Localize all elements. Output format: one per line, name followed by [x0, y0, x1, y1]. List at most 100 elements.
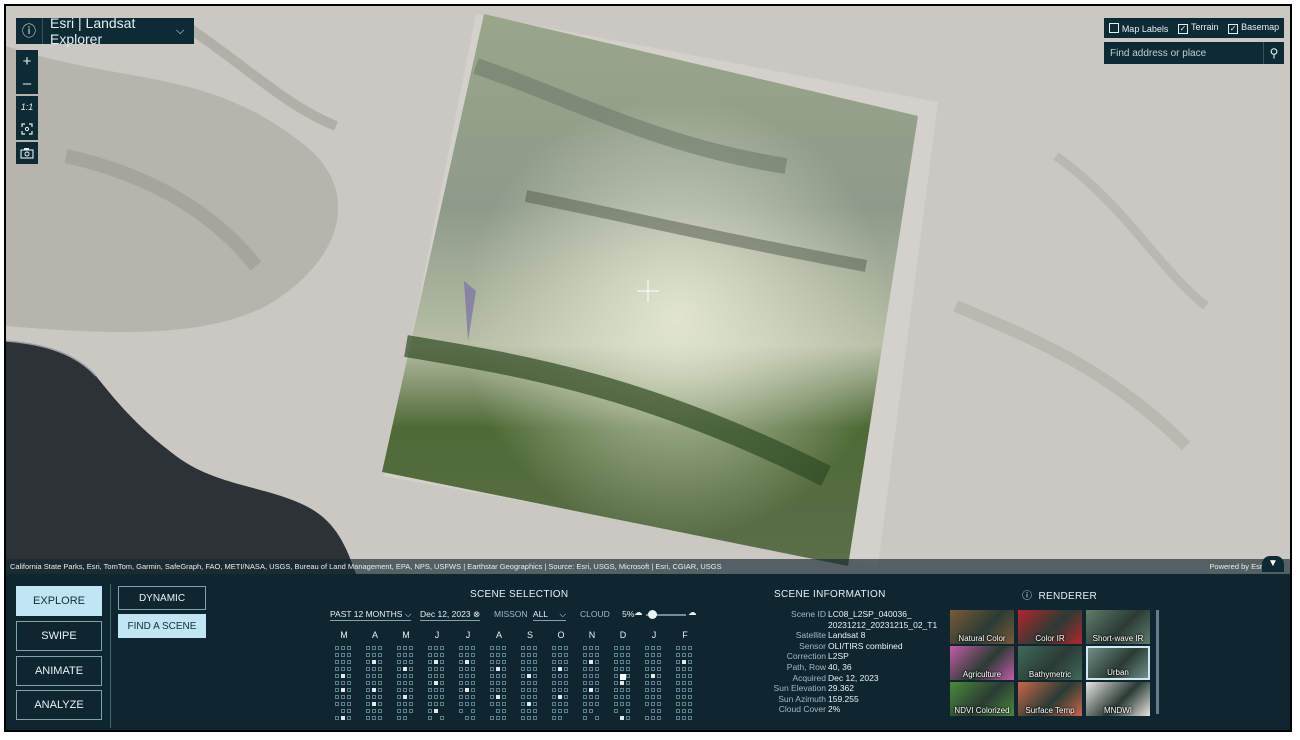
calendar-day-cell[interactable]: [626, 716, 630, 720]
calendar-day-cell[interactable]: [335, 674, 339, 678]
calendar-day-cell[interactable]: [440, 681, 444, 685]
calendar-day-cell[interactable]: [372, 716, 376, 720]
calendar-day-cell[interactable]: [595, 716, 599, 720]
calendar-day-cell[interactable]: [471, 688, 475, 692]
calendar-day-cell[interactable]: [583, 688, 587, 692]
calendar-day-cell[interactable]: [564, 709, 568, 713]
calendar-day-cell[interactable]: [558, 674, 562, 678]
calendar-day-cell[interactable]: [341, 674, 345, 678]
calendar-day-cell[interactable]: [626, 674, 630, 678]
calendar-day-cell[interactable]: [428, 702, 432, 706]
calendar-day-cell[interactable]: [409, 702, 413, 706]
terrain-toggle[interactable]: ✓ Terrain: [1177, 22, 1219, 34]
calendar-day-cell[interactable]: [341, 653, 345, 657]
calendar-day-cell[interactable]: [471, 674, 475, 678]
calendar-day-cell[interactable]: [366, 709, 370, 713]
calendar-day-cell[interactable]: [397, 716, 401, 720]
calendar-day-cell[interactable]: [409, 681, 413, 685]
calendar-day-cell[interactable]: [645, 688, 649, 692]
calendar-day-cell[interactable]: [533, 702, 537, 706]
calendar-day-cell[interactable]: [645, 681, 649, 685]
calendar-day-cell[interactable]: [347, 681, 351, 685]
calendar-day-cell[interactable]: [378, 695, 382, 699]
calendar-day-cell[interactable]: [366, 674, 370, 678]
calendar-day-cell[interactable]: [496, 681, 500, 685]
calendar-day-cell[interactable]: [595, 653, 599, 657]
calendar-day-cell[interactable]: [496, 709, 500, 713]
calendar-day-cell[interactable]: [372, 660, 376, 664]
calendar-day-cell[interactable]: [558, 716, 562, 720]
collapse-panel-button[interactable]: ▼: [1262, 556, 1284, 572]
calendar-day-cell[interactable]: [645, 702, 649, 706]
calendar-day-cell[interactable]: [583, 653, 587, 657]
calendar-day-cell[interactable]: [527, 674, 531, 678]
calendar-day-cell[interactable]: [626, 646, 630, 650]
calendar-day-cell[interactable]: [403, 688, 407, 692]
calendar-day-cell[interactable]: [490, 653, 494, 657]
calendar-day-cell[interactable]: [682, 702, 686, 706]
renderer-thumbnail[interactable]: Color IR: [1018, 610, 1082, 644]
calendar-day-cell[interactable]: [657, 716, 661, 720]
calendar-day-cell[interactable]: [521, 709, 525, 713]
calendar-day-cell[interactable]: [378, 681, 382, 685]
calendar-day-cell[interactable]: [552, 716, 556, 720]
calendar-day-cell[interactable]: [496, 653, 500, 657]
calendar-day-cell[interactable]: [403, 681, 407, 685]
calendar-day-cell[interactable]: [564, 646, 568, 650]
calendar-day-cell[interactable]: [335, 646, 339, 650]
calendar-day-cell[interactable]: [465, 681, 469, 685]
calendar-day-cell[interactable]: [521, 681, 525, 685]
calendar-day-cell[interactable]: [552, 681, 556, 685]
calendar-day-cell[interactable]: [589, 695, 593, 699]
calendar-day-cell[interactable]: [564, 674, 568, 678]
calendar-day-cell[interactable]: [657, 695, 661, 699]
calendar-day-cell[interactable]: [620, 702, 624, 706]
calendar-day-cell[interactable]: [527, 716, 531, 720]
calendar-day-cell[interactable]: [527, 681, 531, 685]
calendar-day-cell[interactable]: [341, 667, 345, 671]
calendar-day-cell[interactable]: [533, 695, 537, 699]
calendar-day-cell[interactable]: [428, 716, 432, 720]
calendar-day-cell[interactable]: [335, 695, 339, 699]
calendar-day-cell[interactable]: [558, 667, 562, 671]
calendar-day-cell[interactable]: [595, 660, 599, 664]
calendar-day-cell[interactable]: [533, 646, 537, 650]
calendar-day-cell[interactable]: [657, 660, 661, 664]
calendar-day-cell[interactable]: [366, 646, 370, 650]
calendar-day-cell[interactable]: [645, 716, 649, 720]
calendar-day-cell[interactable]: [403, 716, 407, 720]
checkbox-basemap[interactable]: ✓: [1228, 24, 1239, 34]
calendar-day-cell[interactable]: [688, 681, 692, 685]
map-labels-toggle[interactable]: Map Labels: [1108, 22, 1168, 34]
calendar-day-cell[interactable]: [688, 709, 692, 713]
calendar-day-cell[interactable]: [676, 681, 680, 685]
cloud-slider-handle[interactable]: [648, 610, 657, 619]
calendar-day-cell[interactable]: [366, 653, 370, 657]
calendar-day-cell[interactable]: [502, 716, 506, 720]
calendar-day-cell[interactable]: [614, 653, 618, 657]
calendar-day-cell[interactable]: [459, 660, 463, 664]
calendar-day-cell[interactable]: [341, 660, 345, 664]
calendar-day-cell[interactable]: [521, 702, 525, 706]
calendar-day-cell[interactable]: [589, 681, 593, 685]
calendar-day-cell[interactable]: [626, 688, 630, 692]
calendar-day-cell[interactable]: [688, 660, 692, 664]
calendar-day-cell[interactable]: [533, 667, 537, 671]
calendar-day-cell[interactable]: [403, 709, 407, 713]
calendar-day-cell[interactable]: [341, 688, 345, 692]
mode-explore-button[interactable]: EXPLORE: [16, 586, 102, 616]
camera-icon[interactable]: [16, 142, 38, 164]
calendar-day-cell[interactable]: [676, 688, 680, 692]
calendar-day-cell[interactable]: [521, 674, 525, 678]
calendar-day-cell[interactable]: [583, 709, 587, 713]
calendar-day-cell[interactable]: [688, 716, 692, 720]
calendar-day-cell[interactable]: [465, 702, 469, 706]
calendar-day-cell[interactable]: [657, 653, 661, 657]
calendar-day-cell[interactable]: [428, 709, 432, 713]
calendar-day-cell[interactable]: [676, 667, 680, 671]
calendar-day-cell[interactable]: [372, 653, 376, 657]
calendar-day-cell[interactable]: [372, 646, 376, 650]
calendar-day-cell[interactable]: [490, 660, 494, 664]
calendar-day-cell[interactable]: [341, 681, 345, 685]
calendar-day-cell[interactable]: [651, 681, 655, 685]
